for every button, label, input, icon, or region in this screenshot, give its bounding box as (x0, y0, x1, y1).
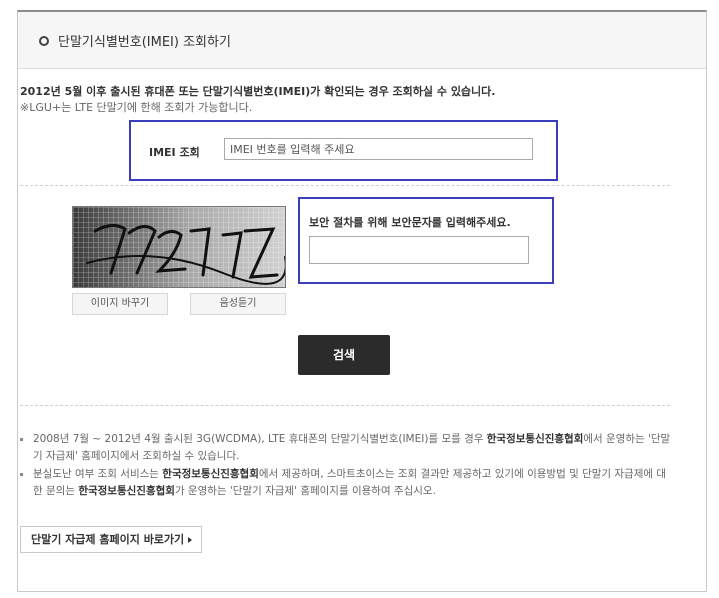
captcha-section: 보안 절차를 위해 보안문자를 입력해주세요. (298, 197, 554, 284)
self-supply-homepage-link[interactable]: 단말기 자급제 홈페이지 바로가기 (20, 526, 202, 553)
divider (20, 405, 670, 406)
page-title: 단말기식별번호(IMEI) 조회하기 (58, 35, 231, 50)
link-label: 단말기 자급제 홈페이지 바로가기 (31, 533, 185, 546)
captcha-input[interactable] (309, 236, 529, 264)
chevron-right-icon (188, 537, 192, 543)
audio-captcha-button[interactable]: 음성듣기 (190, 293, 286, 315)
list-item: 분실도난 여부 조회 서비스는 한국정보통신진흥협회에서 제공하며, 스마트초이… (20, 466, 674, 500)
intro-sub: ※LGU+는 LTE 단말기에 한해 조회가 가능합니다. (20, 101, 253, 114)
search-button[interactable]: 검색 (298, 335, 390, 375)
captcha-image (72, 206, 286, 288)
divider (20, 185, 670, 186)
list-item: 2008년 7월 ~ 2012년 4월 출시된 3G(WCDMA), LTE 휴… (20, 431, 674, 465)
intro-text: 2012년 5월 이후 출시된 휴대폰 또는 단말기식별번호(IMEI)가 확인… (20, 84, 495, 116)
imei-label: IMEI 조회 (149, 146, 200, 159)
circle-bullet-icon (39, 36, 49, 46)
panel-header: 단말기식별번호(IMEI) 조회하기 (18, 12, 706, 69)
refresh-captcha-button[interactable]: 이미지 바꾸기 (72, 293, 168, 315)
bullet-icon (20, 473, 23, 476)
imei-input[interactable] (224, 138, 533, 160)
imei-section: IMEI 조회 (129, 120, 558, 181)
captcha-prompt: 보안 절차를 위해 보안문자를 입력해주세요. (309, 216, 511, 229)
notes-list: 2008년 7월 ~ 2012년 4월 출시된 3G(WCDMA), LTE 휴… (20, 431, 674, 501)
bullet-icon (20, 438, 23, 441)
intro-main: 2012년 5월 이후 출시된 휴대폰 또는 단말기식별번호(IMEI)가 확인… (20, 85, 496, 98)
